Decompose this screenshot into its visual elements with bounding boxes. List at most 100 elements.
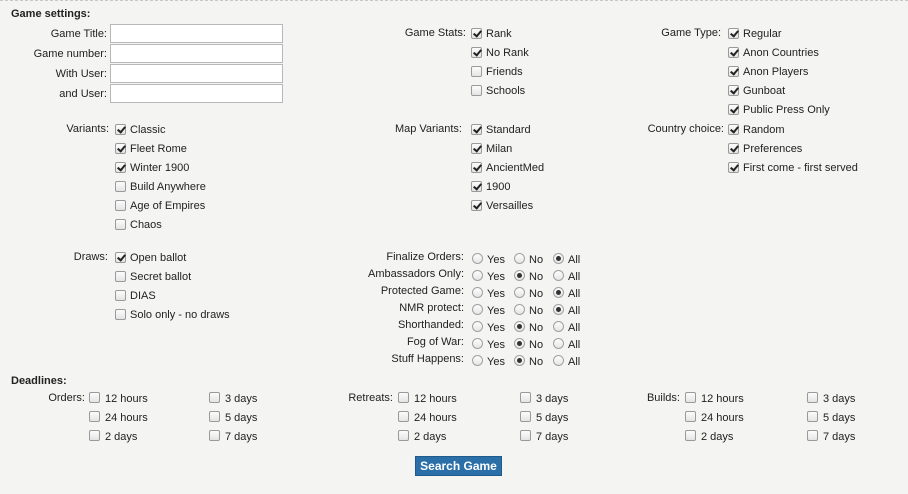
nmr-protect-label: NMR protect: xyxy=(399,302,464,314)
orders-5-days-checkbox[interactable] xyxy=(209,411,220,422)
orders-5-days-label: 5 days xyxy=(225,412,258,424)
variants-winter-1900-checkbox[interactable] xyxy=(115,162,126,173)
variants-chaos-checkbox[interactable] xyxy=(115,219,126,230)
protected-game-all-label: All xyxy=(568,288,581,300)
map-variants-ancientmed-label: AncientMed xyxy=(486,162,545,174)
variants-build-anywhere-checkbox[interactable] xyxy=(115,181,126,192)
variants-age-of-empires-checkbox[interactable] xyxy=(115,200,126,211)
ambassadors-only-yes-radio[interactable] xyxy=(472,270,483,281)
game-type-gunboat-label: Gunboat xyxy=(743,85,786,97)
variants-fleet-rome-checkbox[interactable] xyxy=(115,143,126,154)
builds-3-days-checkbox[interactable] xyxy=(807,392,818,403)
ambassadors-only-label: Ambassadors Only: xyxy=(368,268,464,280)
protected-game-yes-radio[interactable] xyxy=(472,287,483,298)
game-stats-friends-checkbox[interactable] xyxy=(471,66,482,77)
game-stats-schools-checkbox[interactable] xyxy=(471,85,482,96)
finalize-orders-yes-radio[interactable] xyxy=(472,253,483,264)
game-stats-friends-label: Friends xyxy=(486,66,523,78)
retreats-deadline-label: Retreats: xyxy=(348,392,393,404)
draws-dias-label: DIAS xyxy=(130,290,156,302)
finalize-orders-no-radio[interactable] xyxy=(514,253,525,264)
game-type-anon-countries-checkbox[interactable] xyxy=(728,47,739,58)
game-title-input[interactable] xyxy=(110,24,283,43)
retreats-7-days-checkbox[interactable] xyxy=(520,430,531,441)
variants-fleet-rome-label: Fleet Rome xyxy=(130,143,187,155)
protected-game-no-radio[interactable] xyxy=(514,287,525,298)
shorthanded-label: Shorthanded: xyxy=(397,319,464,331)
ambassadors-only-yes-label: Yes xyxy=(487,271,505,283)
game-type-public-press-only-checkbox[interactable] xyxy=(728,104,739,115)
game-type-regular-label: Regular xyxy=(743,28,782,40)
nmr-protect-yes-radio[interactable] xyxy=(472,304,483,315)
game-type-regular-checkbox[interactable] xyxy=(728,28,739,39)
game-number-input[interactable] xyxy=(110,44,283,63)
and-user-input[interactable] xyxy=(110,84,283,103)
country-choice-random-checkbox[interactable] xyxy=(728,124,739,135)
protected-game-yes-label: Yes xyxy=(487,288,505,300)
stuff-happens-no-radio[interactable] xyxy=(514,355,525,366)
map-variants-1900-label: 1900 xyxy=(486,181,511,193)
map-variants-versailles-checkbox[interactable] xyxy=(471,200,482,211)
map-variants-ancientmed-checkbox[interactable] xyxy=(471,162,482,173)
map-variants-label: Map Variants: xyxy=(394,123,462,135)
country-choice-first-come-first-served-checkbox[interactable] xyxy=(728,162,739,173)
ambassadors-only-no-label: No xyxy=(529,271,544,283)
orders-3-days-checkbox[interactable] xyxy=(209,392,220,403)
fog-of-war-all-radio[interactable] xyxy=(553,338,564,349)
retreats-24-hours-checkbox[interactable] xyxy=(398,411,409,422)
retreats-2-days-checkbox[interactable] xyxy=(398,430,409,441)
map-variants-milan-label: Milan xyxy=(486,143,513,155)
builds-24-hours-checkbox[interactable] xyxy=(685,411,696,422)
shorthanded-no-radio[interactable] xyxy=(514,321,525,332)
fog-of-war-all-label: All xyxy=(568,339,581,351)
orders-2-days-label: 2 days xyxy=(105,431,138,443)
country-choice-preferences-checkbox[interactable] xyxy=(728,143,739,154)
fog-of-war-no-radio[interactable] xyxy=(514,338,525,349)
fog-of-war-yes-label: Yes xyxy=(487,339,505,351)
nmr-protect-all-radio[interactable] xyxy=(553,304,564,315)
orders-24-hours-checkbox[interactable] xyxy=(89,411,100,422)
stuff-happens-yes-label: Yes xyxy=(487,356,505,368)
draws-dias-checkbox[interactable] xyxy=(115,290,126,301)
draws-solo-only-no-draws-checkbox[interactable] xyxy=(115,309,126,320)
game-stats-no-rank-checkbox[interactable] xyxy=(471,47,482,58)
search-game-button[interactable]: Search Game xyxy=(415,456,502,476)
shorthanded-all-radio[interactable] xyxy=(553,321,564,332)
ambassadors-only-all-radio[interactable] xyxy=(553,270,564,281)
map-variants-standard-checkbox[interactable] xyxy=(471,124,482,135)
shorthanded-yes-radio[interactable] xyxy=(472,321,483,332)
finalize-orders-label: Finalize Orders: xyxy=(386,251,464,263)
builds-2-days-checkbox[interactable] xyxy=(685,430,696,441)
country-choice-preferences-label: Preferences xyxy=(743,143,803,155)
retreats-3-days-checkbox[interactable] xyxy=(520,392,531,403)
variants-classic-checkbox[interactable] xyxy=(115,124,126,135)
nmr-protect-no-radio[interactable] xyxy=(514,304,525,315)
map-variants-milan-checkbox[interactable] xyxy=(471,143,482,154)
draws-open-ballot-checkbox[interactable] xyxy=(115,252,126,263)
draws-secret-ballot-checkbox[interactable] xyxy=(115,271,126,282)
orders-3-days-label: 3 days xyxy=(225,393,258,405)
map-variants-1900-checkbox[interactable] xyxy=(471,181,482,192)
orders-7-days-checkbox[interactable] xyxy=(209,430,220,441)
game-type-gunboat-checkbox[interactable] xyxy=(728,85,739,96)
game-type-anon-players-checkbox[interactable] xyxy=(728,66,739,77)
fog-of-war-yes-radio[interactable] xyxy=(472,338,483,349)
game-stats-rank-checkbox[interactable] xyxy=(471,28,482,39)
builds-12-hours-checkbox[interactable] xyxy=(685,392,696,403)
orders-2-days-checkbox[interactable] xyxy=(89,430,100,441)
orders-12-hours-checkbox[interactable] xyxy=(89,392,100,403)
stuff-happens-all-label: All xyxy=(568,356,581,368)
stuff-happens-all-radio[interactable] xyxy=(553,355,564,366)
country-choice-first-come-first-served-label: First come - first served xyxy=(743,162,858,174)
game-type-label: Game Type: xyxy=(661,27,721,39)
retreats-12-hours-checkbox[interactable] xyxy=(398,392,409,403)
builds-7-days-checkbox[interactable] xyxy=(807,430,818,441)
retreats-5-days-checkbox[interactable] xyxy=(520,411,531,422)
stuff-happens-yes-radio[interactable] xyxy=(472,355,483,366)
builds-5-days-checkbox[interactable] xyxy=(807,411,818,422)
ambassadors-only-no-radio[interactable] xyxy=(514,270,525,281)
finalize-orders-all-radio[interactable] xyxy=(553,253,564,264)
protected-game-all-radio[interactable] xyxy=(553,287,564,298)
with-user-input[interactable] xyxy=(110,64,283,83)
game-type-anon-players-label: Anon Players xyxy=(743,66,809,78)
